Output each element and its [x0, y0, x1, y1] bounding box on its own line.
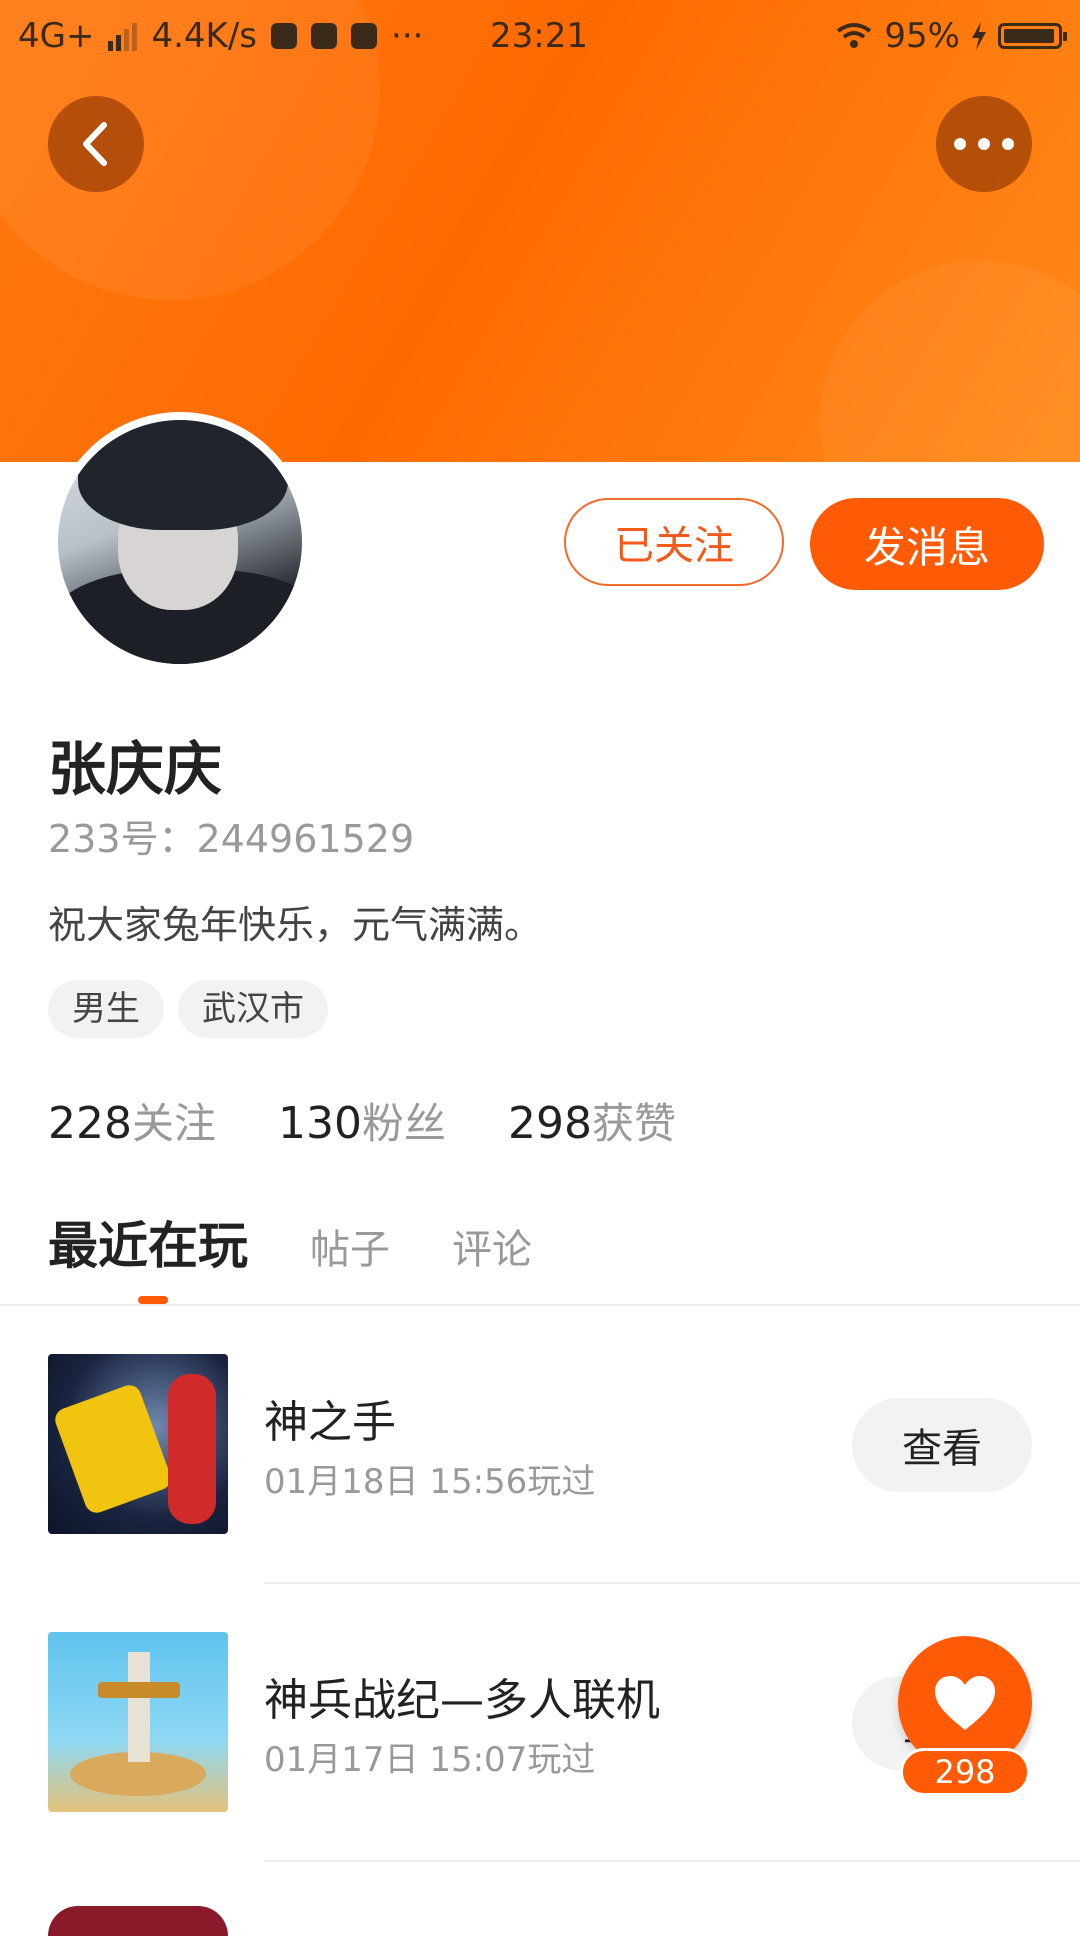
battery-icon: [998, 23, 1067, 49]
following-count: 228: [48, 1098, 132, 1149]
gender-tag: 男生: [48, 980, 164, 1038]
wifi-icon: [837, 23, 872, 48]
avatar-image: [58, 420, 302, 664]
tab-recently-played[interactable]: 最近在玩: [48, 1206, 248, 1278]
location-tag: 武汉市: [178, 980, 328, 1038]
user-name: 张庆庆: [48, 735, 223, 803]
game-name: 神之手: [264, 1397, 396, 1448]
game-icon: [48, 1632, 228, 1812]
active-tab-indicator: [138, 1296, 168, 1304]
avatar[interactable]: [50, 412, 310, 672]
send-message-button[interactable]: 发消息: [810, 498, 1044, 590]
likes-stat[interactable]: 298 获赞: [508, 1090, 676, 1151]
mail-notification-icon: [351, 23, 378, 49]
more-notifications: ···: [391, 16, 424, 56]
charging-icon: [972, 22, 986, 50]
profile-stats: 228 关注 130 粉丝 298 获赞: [48, 1090, 738, 1151]
more-horizontal-icon: [954, 138, 1014, 150]
list-item[interactable]: 神之手 01月18日 15:56玩过 查看: [0, 1308, 1080, 1586]
back-button[interactable]: [48, 96, 144, 192]
game-icon: [48, 1906, 228, 1936]
battery-percent: 95%: [884, 16, 960, 56]
view-game-button[interactable]: 查看: [852, 1398, 1032, 1492]
row-divider: [264, 1582, 1080, 1584]
profile-header-banner: 4G+ 4.4K/s ··· 23:21 95%: [0, 0, 1080, 462]
like-count-badge: 298: [900, 1748, 1030, 1796]
game-name: 神兵战纪—多人联机: [264, 1675, 660, 1726]
likes-count: 298: [508, 1098, 592, 1149]
app-notification-icon: [271, 23, 298, 49]
fans-label: 粉丝: [361, 1099, 446, 1148]
tab-comments[interactable]: 评论: [452, 1217, 532, 1275]
game-played-time: 01月17日 15:07玩过: [264, 1740, 596, 1780]
following-label: 关注: [131, 1099, 216, 1148]
row-divider: [264, 1860, 1080, 1862]
network-speed: 4.4K/s: [151, 16, 258, 56]
banner-decoration: [820, 260, 1080, 462]
tabs-divider: [0, 1304, 1080, 1306]
profile-tags: 男生 武汉市: [48, 980, 328, 1038]
fans-stat[interactable]: 130 粉丝: [278, 1090, 446, 1151]
more-options-button[interactable]: [936, 96, 1032, 192]
heart-icon: [935, 1676, 995, 1730]
followed-button[interactable]: 已关注: [564, 498, 784, 586]
signal-icon: [108, 21, 138, 51]
user-bio: 祝大家兔年快乐，元气满满。: [48, 903, 543, 947]
likes-label: 获赞: [591, 1099, 676, 1148]
clock: 23:21: [490, 16, 588, 56]
fans-count: 130: [278, 1098, 362, 1149]
game-played-time: 01月18日 15:56玩过: [264, 1462, 596, 1502]
tab-posts[interactable]: 帖子: [310, 1217, 390, 1275]
profile-tabs: 最近在玩 帖子 评论: [48, 1206, 594, 1278]
status-bar: 4G+ 4.4K/s ··· 23:21 95%: [0, 0, 1080, 78]
game-icon: [48, 1354, 228, 1534]
music-notification-icon: [311, 23, 338, 49]
user-id: 233号：244961529: [48, 817, 415, 861]
following-stat[interactable]: 228 关注: [48, 1090, 216, 1151]
network-type: 4G+: [18, 16, 95, 56]
chevron-left-icon: [83, 122, 107, 166]
